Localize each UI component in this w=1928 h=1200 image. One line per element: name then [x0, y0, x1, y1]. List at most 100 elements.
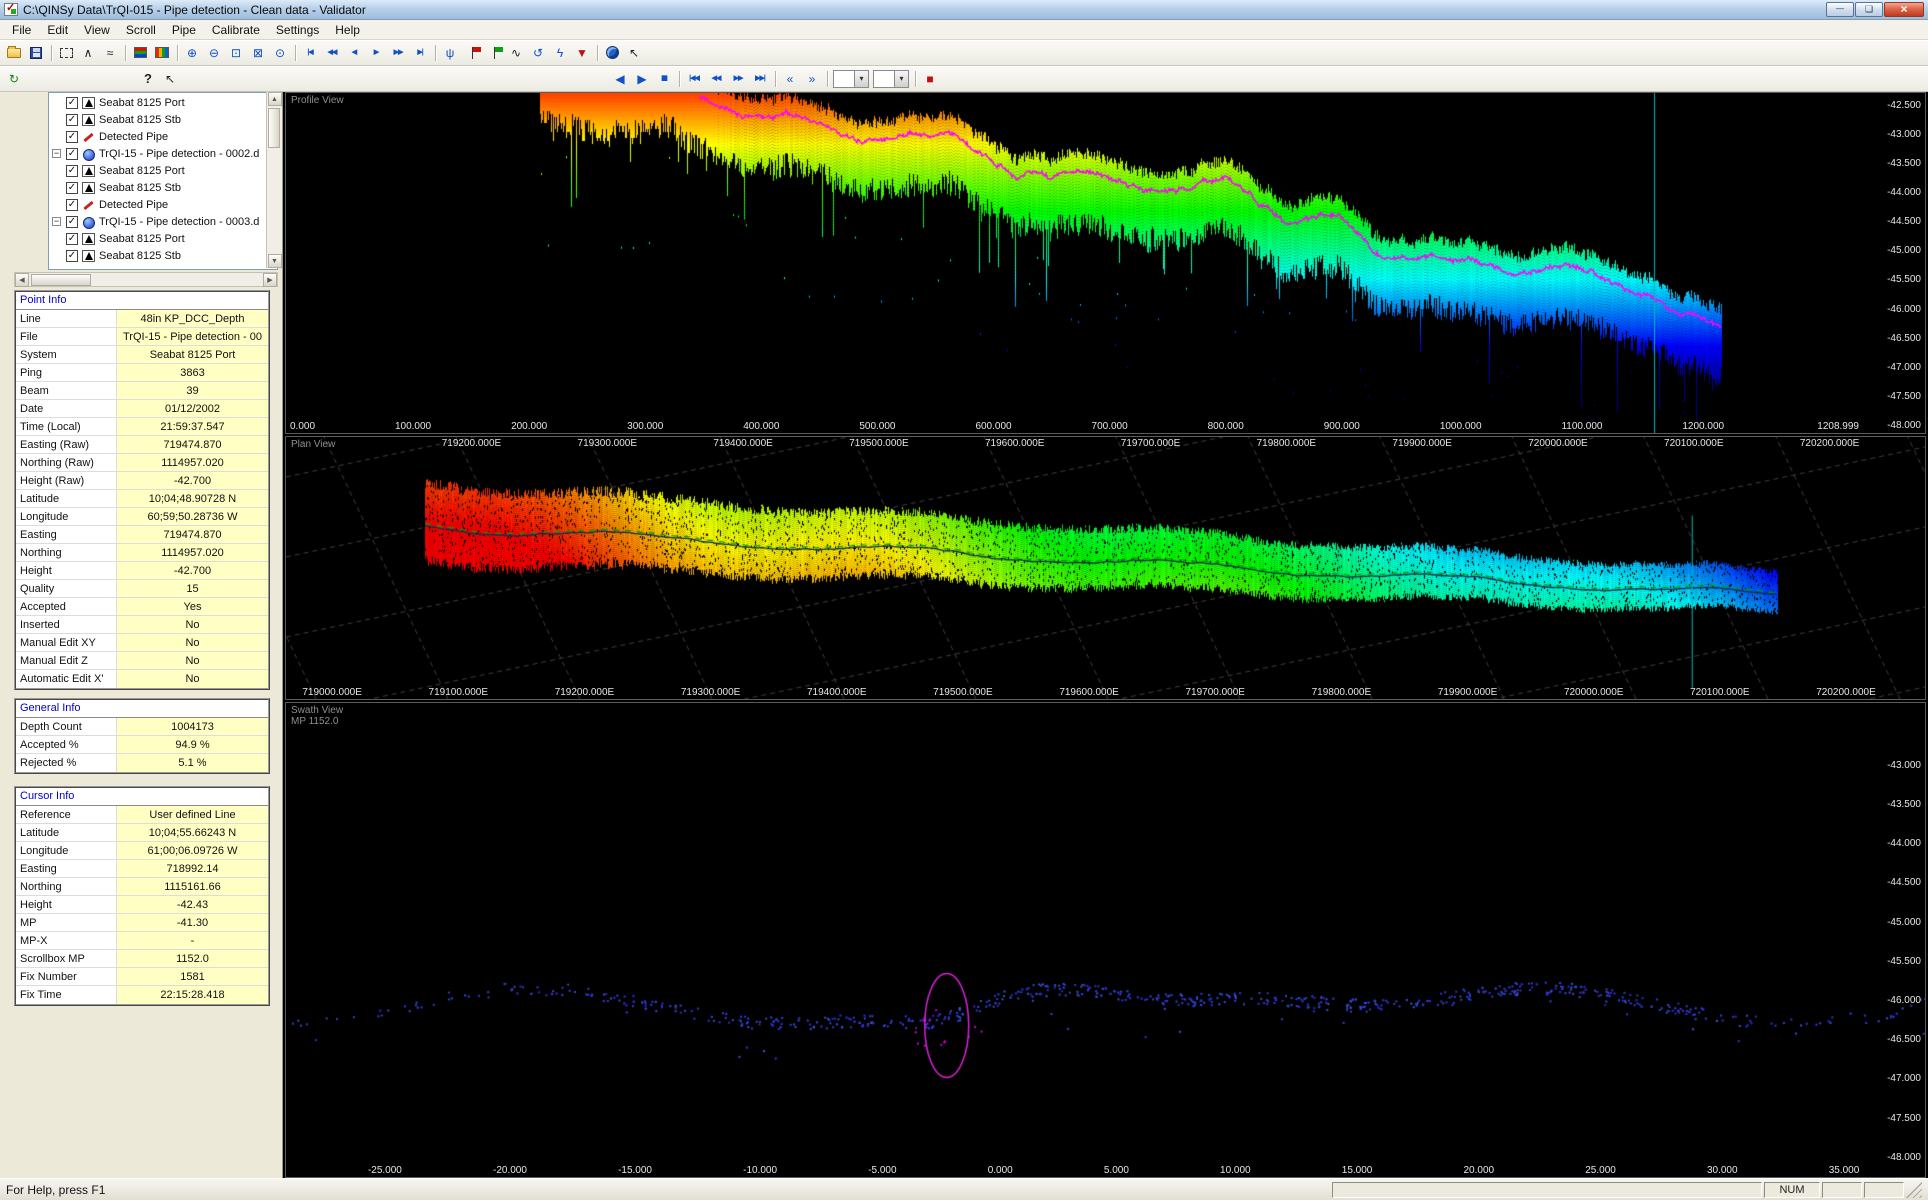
play-button[interactable]: ▶	[631, 69, 653, 89]
help-button[interactable]: ?	[137, 69, 159, 89]
menu-item[interactable]: Calibrate	[204, 21, 268, 39]
menu-item[interactable]: Pipe	[164, 21, 204, 39]
minimize-button[interactable]	[1826, 2, 1854, 17]
world-button[interactable]	[601, 43, 623, 63]
step-back-button[interactable]: ◀	[609, 69, 631, 89]
tree-item-seabat-stb-3[interactable]: ✓ Seabat 8125 Stb	[49, 247, 277, 264]
zoom-previous-button[interactable]: ⊙	[269, 43, 291, 63]
go-next-fast-button[interactable]: ▶▶	[387, 43, 409, 63]
fix-flag-button[interactable]	[461, 43, 483, 63]
menu-item[interactable]: Settings	[268, 21, 327, 39]
tree-item-detected-pipe-1[interactable]: ✓ Detected Pipe	[49, 128, 277, 145]
scrollbar-thumb[interactable]	[31, 274, 91, 286]
info-row-value: Seabat 8125 Port	[116, 346, 268, 363]
tree-expander-icon[interactable]: −	[52, 149, 61, 158]
toolbar-button-icon: ◀	[352, 49, 356, 56]
tree-checkbox[interactable]: ✓	[66, 165, 78, 177]
scrollbar-thumb[interactable]	[268, 108, 280, 148]
plan-canvas[interactable]	[286, 437, 1925, 699]
anchor-button[interactable]: ψ	[439, 43, 461, 63]
menu-item[interactable]: File	[4, 21, 39, 39]
go-prev-fast-button[interactable]: ◀◀	[321, 43, 343, 63]
scroll-left-icon[interactable]	[15, 273, 29, 287]
tree-item-icon	[82, 199, 95, 211]
resize-grip[interactable]	[1906, 1182, 1922, 1198]
zoom-in-button[interactable]: ⊕	[181, 43, 203, 63]
menu-item[interactable]: View	[76, 21, 118, 39]
toolbar-button-icon: ⊡	[231, 47, 241, 59]
stop-button[interactable]: ■	[919, 69, 941, 89]
replay-settings-button[interactable]: ↻	[3, 69, 25, 89]
swath-canvas[interactable]	[286, 703, 1925, 1177]
info-row-value: 39	[116, 382, 268, 399]
colortable-button[interactable]	[151, 43, 173, 63]
prev-fix-button[interactable]: ◀◀	[705, 69, 727, 89]
tree-checkbox[interactable]: ✓	[66, 131, 78, 143]
display-mode-combo[interactable]: ▾	[873, 70, 909, 88]
pause-button[interactable]: ▮▮	[653, 69, 675, 89]
event-flag-button[interactable]	[483, 43, 505, 63]
tree-checkbox[interactable]: ✓	[66, 97, 78, 109]
go-last-button[interactable]: ▶|	[409, 43, 431, 63]
menu-item[interactable]: Scroll	[118, 21, 164, 39]
scroll-down-icon[interactable]	[268, 254, 282, 268]
spike-filter-button[interactable]: ϟ	[549, 43, 571, 63]
tree-vertical-scrollbar[interactable]	[266, 92, 282, 268]
first-fix-button[interactable]: |◀◀	[683, 69, 705, 89]
zoom-out-button[interactable]: ⊖	[203, 43, 225, 63]
tree-expander-icon[interactable]: −	[52, 217, 61, 226]
title-bar: C:\QINSy Data\TrQI-015 - Pipe detection …	[0, 0, 1928, 20]
scroll-right-icon[interactable]	[263, 273, 277, 287]
context-help-button[interactable]: ↖	[159, 69, 181, 89]
tree-checkbox[interactable]: ✓	[66, 182, 78, 194]
colorscale-button[interactable]	[129, 43, 151, 63]
go-prev-button[interactable]: ◀	[343, 43, 365, 63]
select-rectangle-button[interactable]	[55, 43, 77, 63]
singlebeam-button[interactable]: ∿	[505, 43, 527, 63]
tree-item-seabat-stb-2[interactable]: ✓ Seabat 8125 Stb	[49, 179, 277, 196]
tree-item-seabat-stb-1[interactable]: ✓ Seabat 8125 Stb	[49, 111, 277, 128]
scroll-up-icon[interactable]	[268, 92, 282, 106]
menu-item[interactable]: Help	[327, 21, 368, 39]
pointer-button[interactable]: ↖	[623, 43, 645, 63]
toolbar-button-icon: »	[809, 73, 816, 85]
tree-horizontal-scrollbar[interactable]	[14, 272, 278, 287]
tree-item-label: Seabat 8125 Port	[99, 165, 185, 177]
zoom-window-button[interactable]: ⊡	[225, 43, 247, 63]
status-panes: NUM	[1332, 1182, 1922, 1198]
save-button[interactable]	[25, 43, 47, 63]
tree-checkbox[interactable]: ✓	[66, 114, 78, 126]
go-first-button[interactable]: |◀	[299, 43, 321, 63]
tree-item-seabat-port-3[interactable]: ✓ Seabat 8125 Port	[49, 230, 277, 247]
next-fix-button[interactable]: ▶▶	[727, 69, 749, 89]
prev-swath-button[interactable]: «	[779, 69, 801, 89]
tree-item-line-0002[interactable]: − ✓ TrQI-15 - Pipe detection - 0002.d	[49, 145, 277, 162]
tree-checkbox[interactable]: ✓	[66, 233, 78, 245]
info-row: Accepted % 94.9 %	[16, 736, 268, 754]
filter-button[interactable]: ▼	[571, 43, 593, 63]
last-fix-button[interactable]: ▶▶|	[749, 69, 771, 89]
select-polygon-button[interactable]: ∧	[77, 43, 99, 63]
swath-mp-label: MP 1152.0	[291, 716, 338, 727]
tree-item-line-0003[interactable]: − ✓ TrQI-15 - Pipe detection - 0003.d	[49, 213, 277, 230]
profile-canvas[interactable]	[286, 93, 1925, 433]
next-swath-button[interactable]: »	[801, 69, 823, 89]
tree-item-label: Seabat 8125 Stb	[99, 182, 181, 194]
tree-checkbox[interactable]: ✓	[66, 199, 78, 211]
fix-step-combo[interactable]: ▾	[833, 70, 869, 88]
select-line-button[interactable]: ≈	[99, 43, 121, 63]
tree-checkbox[interactable]: ✓	[66, 216, 78, 228]
tree-checkbox[interactable]: ✓	[66, 148, 78, 160]
tree-item-seabat-port-1[interactable]: ✓ Seabat 8125 Port	[49, 94, 277, 111]
open-button[interactable]	[3, 43, 25, 63]
close-button[interactable]	[1884, 2, 1924, 17]
maximize-button[interactable]	[1855, 2, 1883, 17]
tree-checkbox[interactable]: ✓	[66, 250, 78, 262]
go-next-button[interactable]: ▶	[365, 43, 387, 63]
tree-item-detected-pipe-2[interactable]: ✓ Detected Pipe	[49, 196, 277, 213]
rotate-view-button[interactable]: ↺	[527, 43, 549, 63]
info-row: Quality 15	[16, 580, 268, 598]
tree-item-seabat-port-2[interactable]: ✓ Seabat 8125 Port	[49, 162, 277, 179]
zoom-extents-button[interactable]: ⊠	[247, 43, 269, 63]
menu-item[interactable]: Edit	[39, 21, 76, 39]
